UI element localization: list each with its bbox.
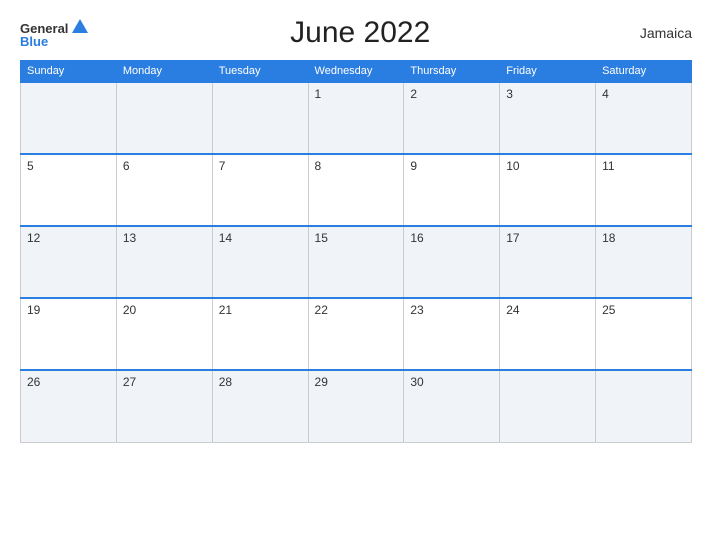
day-number: 13 <box>123 231 136 245</box>
calendar-cell <box>500 370 596 442</box>
day-number: 16 <box>410 231 423 245</box>
calendar-cell: 24 <box>500 298 596 370</box>
calendar-cell <box>21 82 117 154</box>
day-number: 2 <box>410 87 417 101</box>
calendar-cell: 7 <box>212 154 308 226</box>
calendar-header: Sunday Monday Tuesday Wednesday Thursday… <box>21 61 692 83</box>
day-number: 27 <box>123 375 136 389</box>
day-number: 19 <box>27 303 40 317</box>
calendar-cell: 12 <box>21 226 117 298</box>
calendar-row: 26 27 28 29 30 <box>21 370 692 442</box>
calendar-row: 5 6 7 8 9 10 11 <box>21 154 692 226</box>
day-number: 26 <box>27 375 40 389</box>
calendar-cell: 9 <box>404 154 500 226</box>
calendar-cell: 17 <box>500 226 596 298</box>
weekday-wednesday: Wednesday <box>308 61 404 83</box>
calendar-cell: 27 <box>116 370 212 442</box>
day-number: 6 <box>123 159 130 173</box>
calendar-cell: 19 <box>21 298 117 370</box>
country-label: Jamaica <box>632 25 692 41</box>
day-number: 30 <box>410 375 423 389</box>
logo-blue-text: Blue <box>20 35 48 48</box>
day-number: 10 <box>506 159 519 173</box>
calendar-cell: 11 <box>596 154 692 226</box>
calendar-cell: 13 <box>116 226 212 298</box>
calendar-cell: 6 <box>116 154 212 226</box>
day-number: 25 <box>602 303 615 317</box>
calendar-cell <box>212 82 308 154</box>
calendar-title: June 2022 <box>88 16 632 50</box>
calendar-cell <box>596 370 692 442</box>
weekday-monday: Monday <box>116 61 212 83</box>
day-number: 21 <box>219 303 232 317</box>
day-number: 14 <box>219 231 232 245</box>
day-number: 23 <box>410 303 423 317</box>
calendar-table: Sunday Monday Tuesday Wednesday Thursday… <box>20 60 692 443</box>
day-number: 17 <box>506 231 519 245</box>
calendar-cell: 26 <box>21 370 117 442</box>
day-number: 28 <box>219 375 232 389</box>
calendar-cell: 5 <box>21 154 117 226</box>
weekday-thursday: Thursday <box>404 61 500 83</box>
day-number: 5 <box>27 159 34 173</box>
day-number: 12 <box>27 231 40 245</box>
logo-block: General Blue <box>20 19 88 48</box>
day-number: 15 <box>315 231 328 245</box>
calendar-cell: 25 <box>596 298 692 370</box>
day-number: 3 <box>506 87 513 101</box>
day-number: 29 <box>315 375 328 389</box>
day-number: 4 <box>602 87 609 101</box>
day-number: 22 <box>315 303 328 317</box>
calendar-cell: 29 <box>308 370 404 442</box>
day-number: 24 <box>506 303 519 317</box>
day-number: 20 <box>123 303 136 317</box>
day-number: 8 <box>315 159 322 173</box>
calendar-cell: 2 <box>404 82 500 154</box>
day-number: 11 <box>602 159 614 173</box>
weekday-row: Sunday Monday Tuesday Wednesday Thursday… <box>21 61 692 83</box>
calendar-row: 1 2 3 4 <box>21 82 692 154</box>
calendar-cell: 14 <box>212 226 308 298</box>
header: General Blue June 2022 Jamaica <box>20 16 692 50</box>
calendar-cell: 30 <box>404 370 500 442</box>
calendar-cell: 4 <box>596 82 692 154</box>
calendar-cell: 1 <box>308 82 404 154</box>
day-number: 18 <box>602 231 615 245</box>
calendar-cell: 22 <box>308 298 404 370</box>
day-number: 7 <box>219 159 226 173</box>
weekday-tuesday: Tuesday <box>212 61 308 83</box>
calendar-cell: 10 <box>500 154 596 226</box>
calendar-cell: 16 <box>404 226 500 298</box>
calendar-cell: 21 <box>212 298 308 370</box>
calendar-cell: 23 <box>404 298 500 370</box>
calendar-row: 19 20 21 22 23 24 25 <box>21 298 692 370</box>
logo-row1: General <box>20 19 88 35</box>
logo-general-text: General <box>20 22 68 35</box>
calendar-cell: 28 <box>212 370 308 442</box>
calendar-row: 12 13 14 15 16 17 18 <box>21 226 692 298</box>
weekday-sunday: Sunday <box>21 61 117 83</box>
day-number: 1 <box>315 87 322 101</box>
logo-triangle-icon <box>72 19 88 33</box>
day-number: 9 <box>410 159 417 173</box>
calendar-cell: 15 <box>308 226 404 298</box>
weekday-friday: Friday <box>500 61 596 83</box>
calendar-page: General Blue June 2022 Jamaica Sunday Mo… <box>0 0 712 550</box>
logo: General Blue <box>20 19 88 48</box>
calendar-cell: 8 <box>308 154 404 226</box>
calendar-cell <box>116 82 212 154</box>
weekday-saturday: Saturday <box>596 61 692 83</box>
calendar-cell: 3 <box>500 82 596 154</box>
calendar-cell: 18 <box>596 226 692 298</box>
calendar-body: 1234567891011121314151617181920212223242… <box>21 82 692 442</box>
calendar-cell: 20 <box>116 298 212 370</box>
